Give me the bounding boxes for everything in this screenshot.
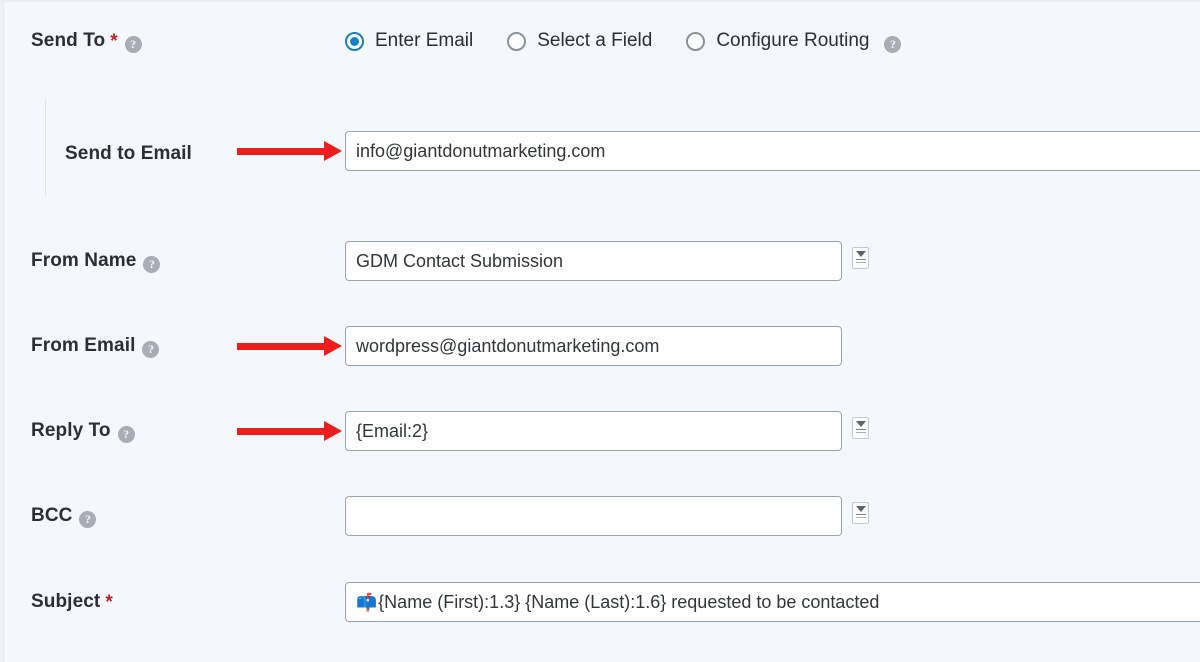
question-mark-icon[interactable]: ? [79,510,97,528]
reply-to-input[interactable]: {Email:2} [345,411,842,451]
subject-value: {Name (First):1.3} {Name (Last):1.6} req… [378,591,880,612]
from-name-label-group: From Name ? [31,250,161,273]
from-email-label: From Email [31,335,136,356]
subject-label: Subject [31,591,101,612]
from-name-label: From Name [31,250,137,271]
reply-to-label-group: Reply To ? [31,420,135,443]
send-to-label-group: Send To * ? [31,30,142,53]
from-name-input[interactable]: GDM Contact Submission [345,241,842,281]
send-to-radio-group: Enter Email Select a Field Configure Rou… [345,30,902,53]
reply-to-label: Reply To [31,420,111,441]
from-email-label-group: From Email ? [31,335,160,358]
merge-tag-dropdown-icon[interactable] [852,502,869,524]
question-mark-icon[interactable]: ? [143,255,161,273]
pointer-arrow-send-to-email [237,141,342,161]
radio-option-enter-email[interactable]: Enter Email [345,30,473,52]
radio-label-enter-email: Enter Email [375,30,474,51]
send-to-label: Send To [31,30,106,51]
question-mark-icon[interactable]: ? [884,35,902,53]
from-name-value: GDM Contact Submission [356,250,564,271]
from-email-input[interactable]: wordpress@giantdonutmarketing.com [345,326,842,366]
radio-icon-select-a-field[interactable] [507,31,527,51]
merge-tag-dropdown-icon[interactable] [852,247,869,269]
bcc-label: BCC [31,505,73,526]
radio-label-select-a-field: Select a Field [537,30,653,51]
send-to-email-label: Send to Email [65,143,192,164]
radio-icon-enter-email[interactable] [345,31,364,51]
send-to-email-input[interactable]: info@giantdonutmarketing.com [345,131,1200,171]
question-mark-icon[interactable]: ? [124,35,142,53]
mailbox-emoji-icon: 📫 [356,592,378,612]
send-to-required-asterisk: * [110,31,118,52]
subject-required-asterisk: * [105,592,113,613]
from-email-value: wordpress@giantdonutmarketing.com [356,335,660,356]
send-to-email-value: info@giantdonutmarketing.com [356,140,606,161]
bcc-input[interactable] [345,496,842,536]
subject-input[interactable]: 📫 {Name (First):1.3} {Name (Last):1.6} r… [345,582,1200,622]
email-notification-settings-panel: Send To * ? Enter Email Select a Field C… [0,0,1200,662]
subject-label-group: Subject * [31,591,113,613]
merge-tag-dropdown-icon[interactable] [852,417,869,439]
question-mark-icon[interactable]: ? [117,425,135,443]
radio-option-select-a-field[interactable]: Select a Field [507,30,652,52]
question-mark-icon[interactable]: ? [142,340,160,358]
reply-to-value: {Email:2} [356,420,429,441]
radio-option-configure-routing[interactable]: Configure Routing ? [686,30,902,53]
panel-left-edge [0,2,4,662]
radio-label-configure-routing: Configure Routing [716,30,870,51]
bcc-label-group: BCC ? [31,505,97,528]
pointer-arrow-from-email [237,336,342,356]
radio-icon-configure-routing[interactable] [686,31,706,51]
pointer-arrow-reply-to [237,421,342,441]
